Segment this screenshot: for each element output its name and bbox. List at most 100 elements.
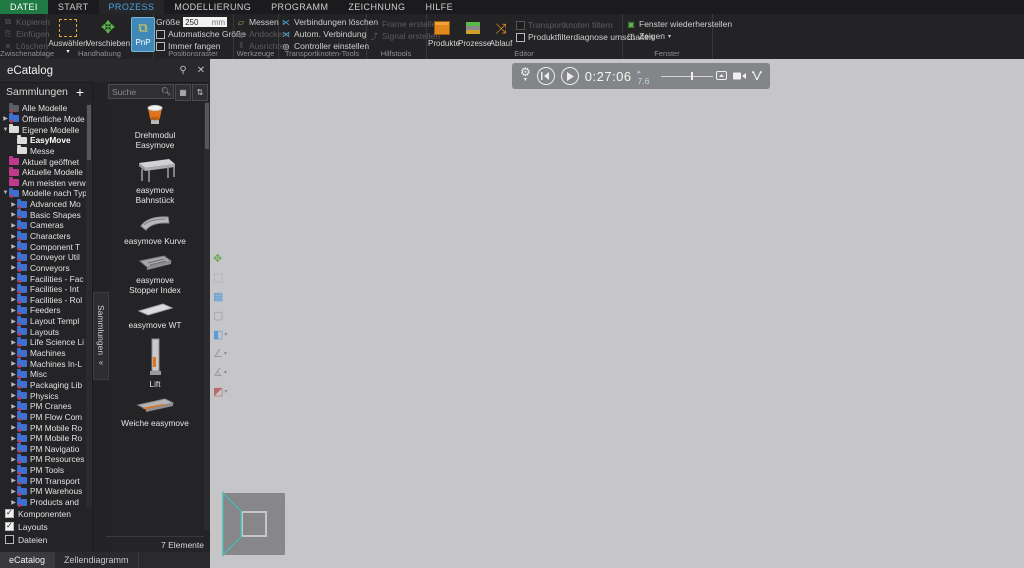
checkbox[interactable] <box>5 522 14 531</box>
tree-item[interactable]: ▶PM Mobile Ro <box>0 433 86 444</box>
expander-right-icon[interactable]: ▶ <box>10 445 17 452</box>
expander-right-icon[interactable]: ▶ <box>10 499 17 506</box>
panel-tab-zellendiagramm[interactable]: Zellendiagramm <box>55 552 139 568</box>
ribbon-tab-programm[interactable]: PROGRAMM <box>261 0 338 14</box>
expander-right-icon[interactable]: ▶ <box>10 477 17 484</box>
tree-item[interactable]: ▶Physics <box>0 390 86 401</box>
tree-item[interactable]: ▶PM Resources <box>0 454 86 465</box>
tree-item[interactable]: Aktuelle Modelle <box>0 167 86 178</box>
products-button[interactable]: Produkte <box>428 17 456 48</box>
tree-item[interactable]: ▶PM Flow Com <box>0 412 86 423</box>
expander-right-icon[interactable]: ▶ <box>10 435 17 442</box>
expander-right-icon[interactable]: ▶ <box>10 392 17 399</box>
expander-right-icon[interactable]: ▶ <box>10 360 17 367</box>
expander-right-icon[interactable]: ▶ <box>10 254 17 261</box>
panel-tab-ecatalog[interactable]: eCatalog <box>0 552 55 568</box>
expander-down-icon[interactable]: ▼ <box>2 190 9 196</box>
view-presets-icon[interactable]: ◧▾ <box>213 325 235 344</box>
checkbox[interactable] <box>5 535 14 544</box>
tree-item[interactable]: ▶PM Transport <box>0 475 86 486</box>
expander-right-icon[interactable]: ▶ <box>10 275 17 282</box>
tree-item[interactable]: ▶PM Cranes <box>0 401 86 412</box>
tree-item[interactable]: ▶Packaging Lib <box>0 380 86 391</box>
expander-right-icon[interactable]: ▶ <box>10 381 17 388</box>
expander-down-icon[interactable]: ▼ <box>2 127 9 133</box>
tree-item[interactable]: Am meisten verw <box>0 177 86 188</box>
tree-item[interactable]: EasyMove <box>0 135 86 146</box>
expander-right-icon[interactable]: ▶ <box>10 413 17 420</box>
filter-dateien[interactable]: Dateien <box>0 533 92 546</box>
delete-connections-button[interactable]: ⋉Verbindungen löschen <box>281 16 378 28</box>
expander-right-icon[interactable]: ▶ <box>10 222 17 229</box>
tree-item[interactable]: Messe <box>0 146 86 157</box>
tree-item[interactable]: ▶Life Science Li <box>0 337 86 348</box>
area-select-icon[interactable]: ⬚ <box>213 268 235 287</box>
tree-item[interactable]: ▶Cameras <box>0 220 86 231</box>
expander-right-icon[interactable]: ▶ <box>10 318 17 325</box>
record-video-icon[interactable] <box>733 67 746 85</box>
vc-experience-icon[interactable] <box>752 67 762 85</box>
tree-item[interactable]: ▶Conveyors <box>0 263 86 274</box>
auto-connection-button[interactable]: ⋊Autom. Verbindung <box>281 28 378 40</box>
expander-right-icon[interactable]: ▶ <box>2 115 9 122</box>
tree-item[interactable]: ▶Advanced Mo <box>0 199 86 210</box>
show-menu-button[interactable]: ◫Zeigen▾ <box>626 30 732 42</box>
search-input[interactable]: Suche 🔍︎ <box>108 84 174 99</box>
tree-item[interactable]: ▶PM Navigatio <box>0 444 86 455</box>
tree-item[interactable]: ▶Characters <box>0 231 86 242</box>
catalog-item[interactable]: Lift <box>106 337 204 390</box>
expander-right-icon[interactable]: ▶ <box>10 371 17 378</box>
ribbon-tab-start[interactable]: START <box>48 0 99 14</box>
tree-item[interactable]: ▶Machines In-L <box>0 358 86 369</box>
tree-item[interactable]: ▶Misc <box>0 369 86 380</box>
tree-item[interactable]: ▶Layouts <box>0 326 86 337</box>
flow-button[interactable]: ⤨ Ablauf <box>488 17 514 48</box>
fit-view-icon[interactable]: ✥ <box>213 249 235 268</box>
reset-button[interactable] <box>537 67 555 85</box>
speed-slider[interactable] <box>661 72 711 80</box>
expander-right-icon[interactable]: ▶ <box>10 296 17 303</box>
add-collection-button[interactable]: + <box>76 84 92 100</box>
ribbon-tab-modellierung[interactable]: MODELLIERUNG <box>164 0 261 14</box>
tree-item[interactable]: Aktuell geöffnet <box>0 156 86 167</box>
simulation-speed[interactable]: ▸ 7.6 <box>638 66 655 86</box>
filter-komponenten[interactable]: Komponenten <box>0 507 92 520</box>
close-icon[interactable]: ✕ <box>192 65 210 76</box>
sort-button[interactable]: ⇅ <box>192 84 208 101</box>
expander-right-icon[interactable]: ▶ <box>10 467 17 474</box>
filter-layouts[interactable]: Layouts <box>0 520 92 533</box>
copy-button[interactable]: ⧉Kopieren <box>3 16 50 28</box>
wireframe-cube-icon[interactable]: ▢ <box>213 306 235 325</box>
tree-item[interactable]: ▼Eigene Modelle <box>0 124 86 135</box>
render-mode-icon[interactable]: ▦ <box>213 287 235 306</box>
tree-item[interactable]: ▶Öffentliche Mode <box>0 114 86 125</box>
material-view-icon[interactable]: ◩▾ <box>213 382 235 401</box>
catalog-item[interactable]: Drehmodul Easymove <box>106 102 204 151</box>
ribbon-tab-zeichnung[interactable]: ZEICHNUNG <box>338 0 415 14</box>
tree-item[interactable]: ▶Component T <box>0 241 86 252</box>
expander-right-icon[interactable]: ▶ <box>10 286 17 293</box>
tree-item[interactable]: ▶PM Warehous <box>0 486 86 497</box>
pnp-button[interactable]: ⧉ PnP <box>131 17 155 52</box>
catalog-item[interactable]: easymove Bahnstück <box>106 157 204 206</box>
expander-right-icon[interactable]: ▶ <box>10 201 17 208</box>
viewport-3d[interactable]: ⚙▾ 0:27:06 ▸ 7.6 ✥ ⬚ ▦ ▢ ◧▾ ∠▾ ∡▾ <box>210 59 1024 568</box>
expander-right-icon[interactable]: ▶ <box>10 350 17 357</box>
tree-item[interactable]: ▶Layout Templ <box>0 316 86 327</box>
tree-item[interactable]: Alle Modelle <box>0 103 86 114</box>
catalog-item[interactable]: easymove Stopper Index <box>106 253 204 296</box>
tree-item[interactable]: ▶Conveyor Util <box>0 252 86 263</box>
expander-right-icon[interactable]: ▶ <box>10 307 17 314</box>
grid-view-button[interactable]: ▦ <box>175 84 191 101</box>
play-button[interactable] <box>561 67 579 85</box>
ribbon-tab-datei[interactable]: DATEI <box>0 0 48 14</box>
expander-right-icon[interactable]: ▶ <box>10 424 17 431</box>
measure-angle-icon[interactable]: ∠▾ <box>213 344 235 363</box>
tree-item[interactable]: ▶Products and <box>0 497 86 507</box>
restore-windows-button[interactable]: ▣Fenster wiederherstellen <box>626 18 732 30</box>
expander-right-icon[interactable]: ▶ <box>10 243 17 250</box>
move-tool-button[interactable]: ✥ Verschieben <box>86 17 130 48</box>
expander-right-icon[interactable]: ▶ <box>10 211 17 218</box>
simulation-settings-icon[interactable]: ⚙▾ <box>520 67 531 85</box>
catalog-item[interactable]: Weiche easymove <box>106 396 204 429</box>
